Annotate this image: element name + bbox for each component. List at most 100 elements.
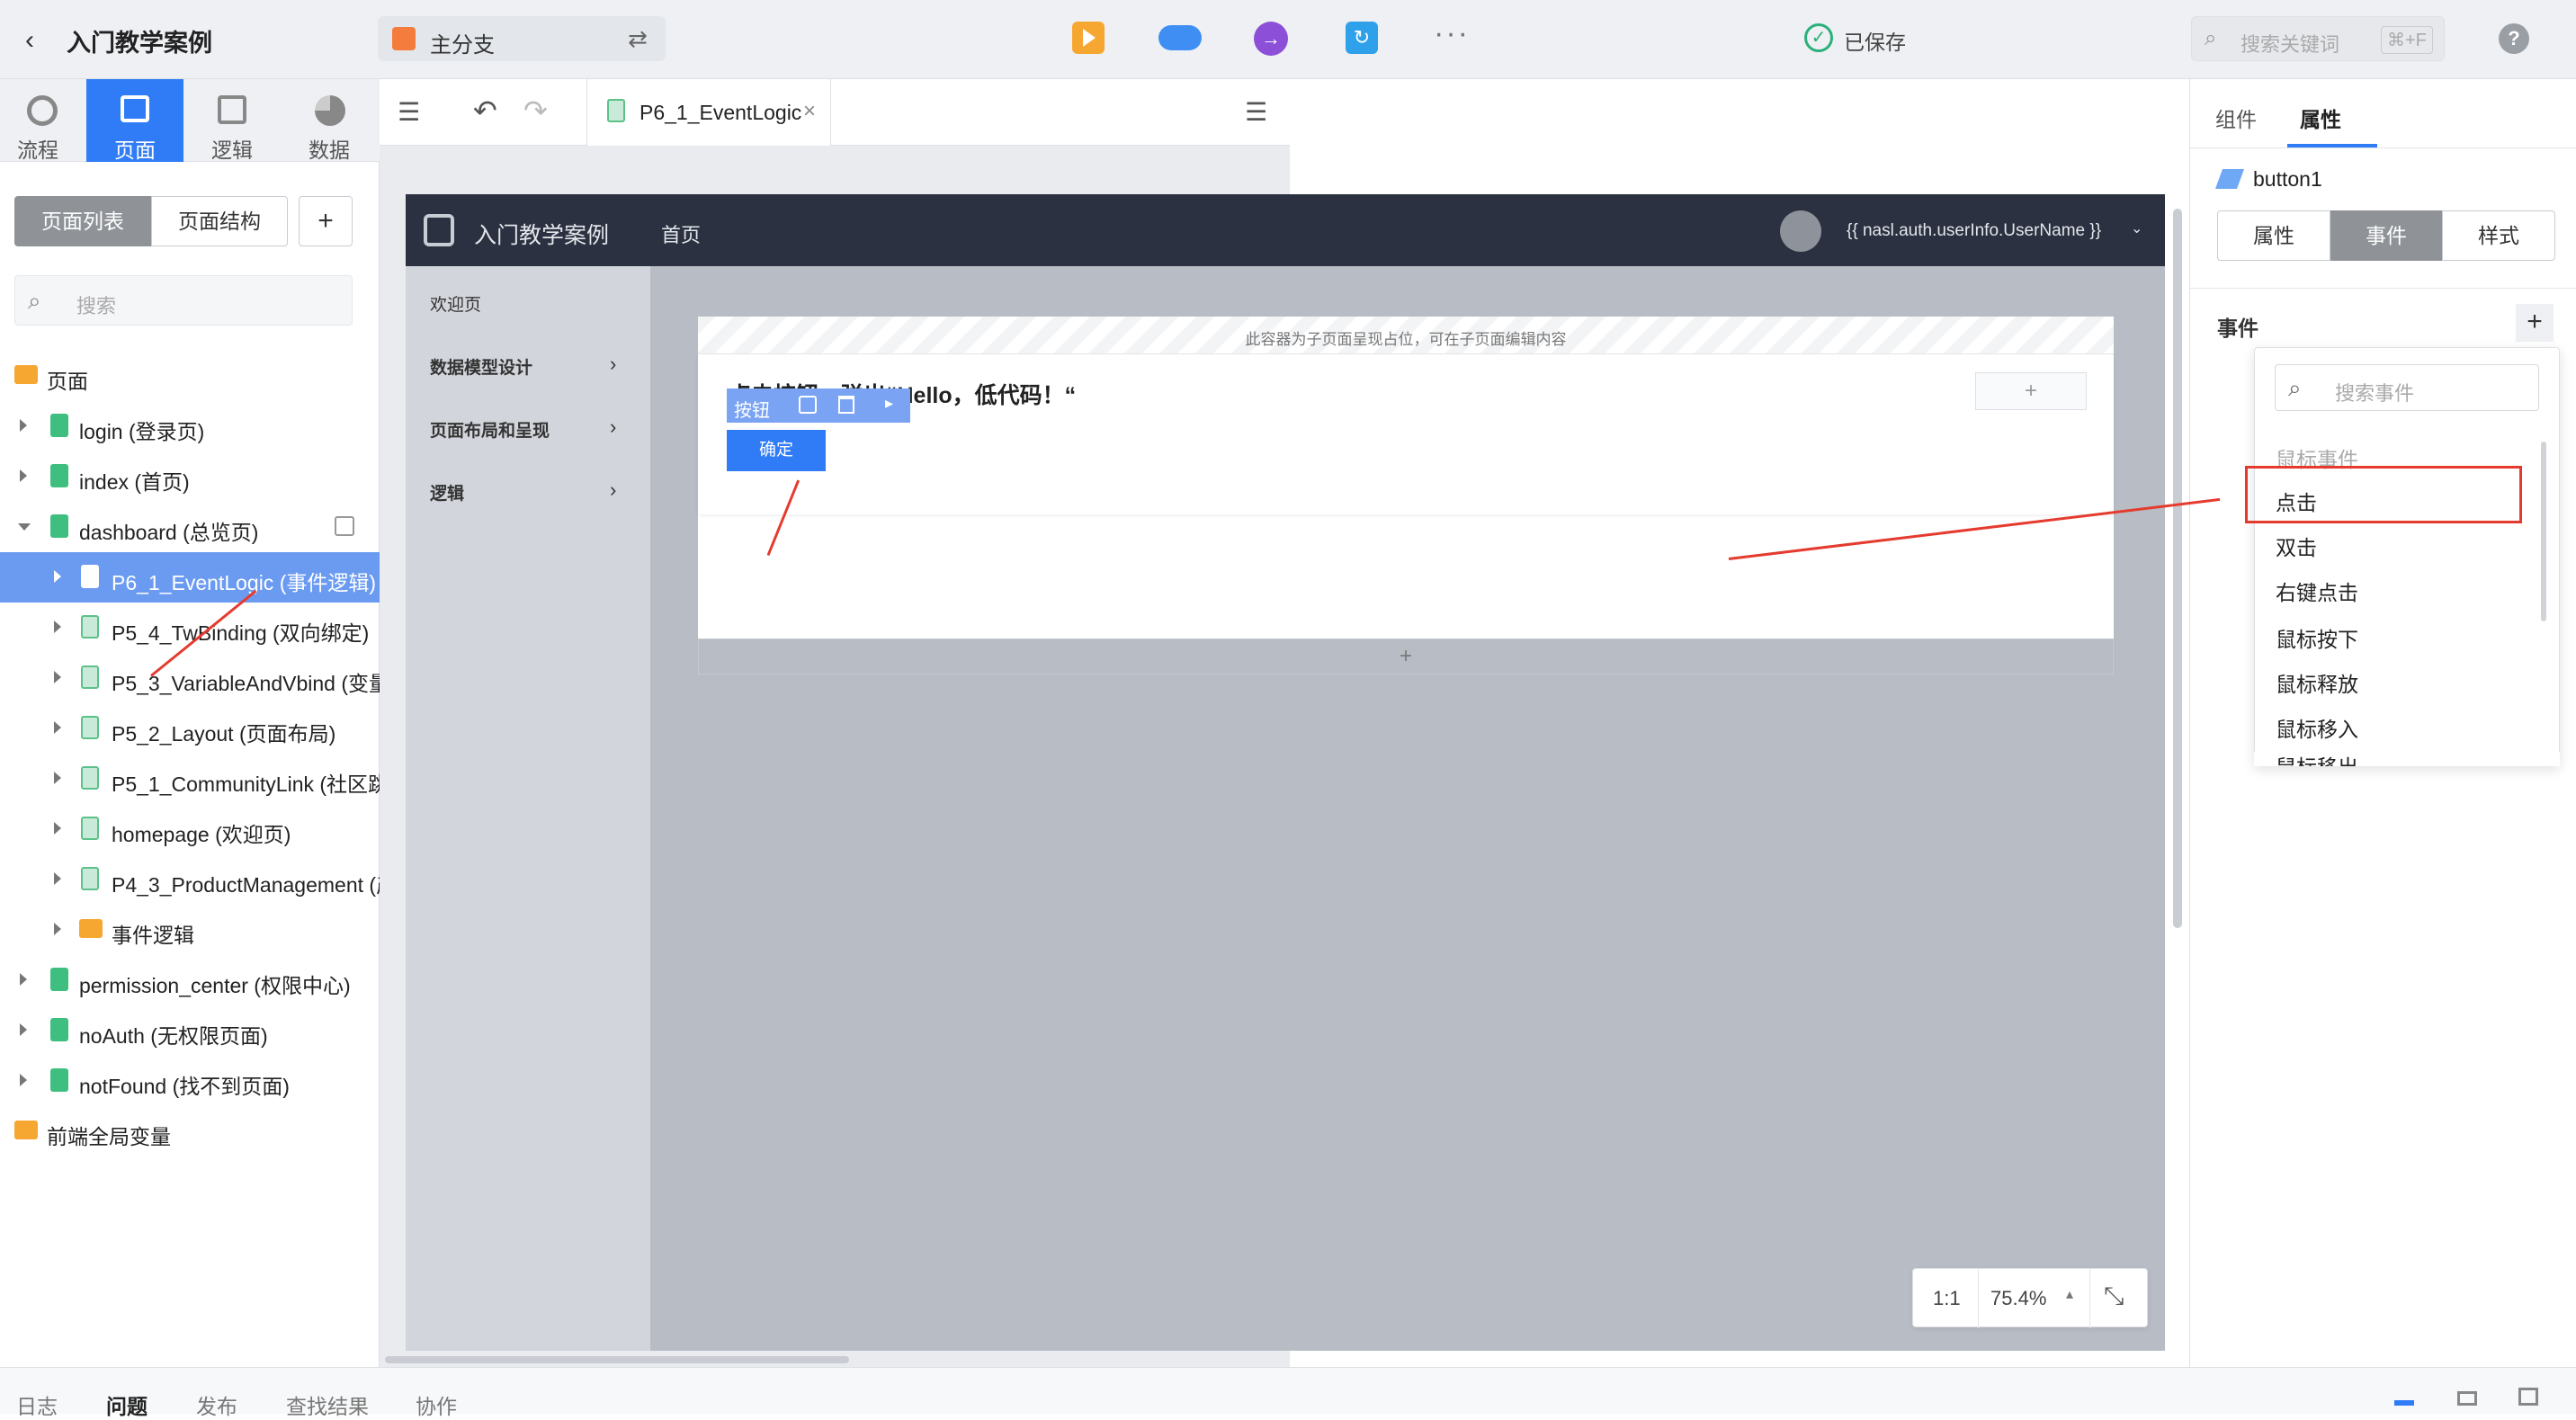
tab-issues[interactable]: 问题 — [106, 1389, 148, 1420]
tab-data[interactable]: 数据 — [281, 79, 378, 162]
tree-item-p4-3[interactable]: P4_3_ProductManagement (产 — [0, 854, 397, 905]
expand-icon[interactable] — [54, 721, 61, 734]
tab-properties[interactable]: 属性 — [2300, 103, 2341, 133]
avatar[interactable] — [1780, 210, 1821, 252]
delete-icon[interactable] — [838, 396, 854, 414]
add-content-button[interactable]: + — [1975, 372, 2087, 410]
branch-selector[interactable]: 主分支 ⇄ — [378, 16, 666, 61]
nav-home[interactable]: 首页 — [661, 219, 701, 248]
tree-label: notFound (找不到页面) — [79, 1075, 290, 1098]
expand-icon[interactable] — [54, 872, 61, 885]
tab-flow[interactable]: 流程 — [0, 79, 97, 162]
tree-item-homepage[interactable]: homepage (欢迎页) — [0, 804, 380, 854]
tree-item-permission-center[interactable]: permission_center (权限中心) — [0, 955, 380, 1005]
page-file-icon — [50, 514, 68, 538]
event-contextmenu[interactable]: 右键点击 — [2276, 576, 2358, 606]
side-nav-logic[interactable]: 逻辑 — [430, 480, 464, 505]
zoom-ratio-button[interactable]: 1:1 — [1933, 1287, 1961, 1310]
expand-icon[interactable] — [54, 923, 61, 935]
panel-min-icon[interactable] — [2394, 1400, 2414, 1406]
subtab-style[interactable]: 样式 — [2442, 210, 2555, 261]
more-icon[interactable]: ··· — [1434, 16, 1470, 51]
zoom-control: 1:1 75.4% ▴ ⤡ — [1912, 1268, 2148, 1328]
event-search-input[interactable]: ⌕ 搜索事件 — [2275, 364, 2539, 411]
tree-item-pages[interactable]: 页面 — [0, 351, 380, 401]
tab-log[interactable]: 日志 — [16, 1389, 58, 1420]
seg-page-structure[interactable]: 页面结构 — [151, 196, 288, 246]
undo-icon[interactable]: ↶ — [473, 94, 497, 128]
chevron-down-icon[interactable]: ⌄ — [2131, 219, 2142, 237]
confirm-button[interactable]: 确定 — [727, 430, 826, 471]
panel-half-icon[interactable] — [2457, 1391, 2477, 1406]
tree-item-dashboard[interactable]: dashboard (总览页) — [0, 502, 380, 552]
event-mouseleave[interactable]: 鼠标移出 — [2276, 752, 2358, 766]
event-mouseup[interactable]: 鼠标释放 — [2276, 667, 2358, 698]
file-tab[interactable]: P6_1_EventLogic × — [586, 79, 831, 146]
tab-components[interactable]: 组件 — [2215, 103, 2257, 133]
caret-up-icon[interactable]: ▴ — [2066, 1285, 2073, 1303]
publish-icon[interactable]: → — [1254, 22, 1288, 56]
event-dblclick[interactable]: 双击 — [2276, 531, 2317, 561]
tree-item-noauth[interactable]: noAuth (无权限页面) — [0, 1005, 380, 1056]
expand-icon[interactable] — [20, 1023, 27, 1036]
run-icon[interactable] — [1072, 22, 1105, 54]
expand-icon[interactable] — [20, 1074, 27, 1086]
tab-collaboration[interactable]: 协作 — [416, 1389, 457, 1420]
add-page-button[interactable]: + — [299, 196, 353, 246]
expand-icon[interactable] — [54, 822, 61, 835]
event-mousedown[interactable]: 鼠标按下 — [2276, 622, 2358, 653]
sync-icon[interactable]: ↻ — [1346, 22, 1378, 54]
zoom-level[interactable]: 75.4% — [1990, 1287, 2046, 1310]
side-nav-welcome[interactable]: 欢迎页 — [430, 291, 481, 316]
side-nav-layout[interactable]: 页面布局和呈现 — [430, 417, 550, 442]
dropdown-scrollbar[interactable] — [2541, 442, 2546, 621]
panel-max-icon[interactable] — [2518, 1388, 2538, 1406]
tree-item-login[interactable]: login (登录页) — [0, 401, 380, 451]
tree-item-p5-2[interactable]: P5_2_Layout (页面布局) — [0, 703, 380, 754]
tree-label: 事件逻辑 — [112, 924, 194, 947]
add-block-button[interactable]: + — [698, 639, 2114, 674]
tab-publish[interactable]: 发布 — [196, 1389, 237, 1420]
fit-screen-icon[interactable]: ⤡ — [2104, 1282, 2124, 1311]
expand-icon[interactable] — [54, 621, 61, 633]
tab-logic[interactable]: 逻辑 — [183, 79, 281, 162]
tree-item-event-logic-folder[interactable]: 事件逻辑 — [0, 905, 380, 955]
cloud-icon[interactable] — [1158, 25, 1202, 50]
switch-icon[interactable]: ⇄ — [628, 25, 648, 53]
tab-pages[interactable]: 页面 — [86, 79, 183, 162]
tab-search-results[interactable]: 查找结果 — [286, 1389, 369, 1420]
tree-item-index[interactable]: index (首页) — [0, 451, 380, 502]
app-title: 入门教学案例 — [474, 223, 610, 248]
add-event-button[interactable]: + — [2516, 304, 2554, 342]
expand-icon[interactable] — [54, 772, 61, 784]
close-icon[interactable]: × — [803, 99, 816, 124]
tree-item-p6-1-eventlogic[interactable]: P6_1_EventLogic (事件逻辑) — [0, 552, 380, 603]
global-search[interactable]: ⌕ 搜索关键词 ⌘+F — [2191, 16, 2445, 61]
expand-icon[interactable] — [20, 973, 27, 986]
copy-icon[interactable] — [799, 396, 817, 414]
tree-item-p5-1[interactable]: P5_1_CommunityLink (社区跳转 — [0, 754, 409, 804]
vertical-scrollbar[interactable] — [2173, 209, 2182, 928]
help-icon[interactable]: ? — [2499, 23, 2529, 54]
tree-item-notfound[interactable]: notFound (找不到页面) — [0, 1056, 380, 1106]
subtab-events[interactable]: 事件 — [2330, 210, 2442, 261]
collapse-left-icon[interactable]: ☰ — [398, 97, 420, 127]
page-search-input[interactable]: ⌕ 搜索 — [14, 275, 353, 326]
event-mouseenter[interactable]: 鼠标移入 — [2276, 712, 2358, 743]
subtab-properties[interactable]: 属性 — [2217, 210, 2330, 261]
redo-icon[interactable]: ↷ — [523, 94, 548, 128]
tree-item-global-vars[interactable]: 前端全局变量 — [0, 1106, 380, 1157]
collapse-right-icon[interactable]: ☰ — [1245, 97, 1267, 127]
back-icon[interactable]: ‹ — [25, 25, 34, 56]
expand-icon[interactable] — [20, 419, 27, 432]
expand-icon[interactable] — [54, 671, 61, 683]
seg-page-list[interactable]: 页面列表 — [14, 196, 151, 246]
expand-icon[interactable] — [20, 469, 27, 482]
tree-label: index (首页) — [79, 470, 190, 494]
tree-item-p5-3[interactable]: P5_3_VariableAndVbind (变量 — [0, 653, 389, 703]
collapse-icon[interactable] — [18, 523, 31, 531]
side-nav-data-model[interactable]: 数据模型设计 — [430, 354, 532, 379]
horizontal-scrollbar[interactable] — [385, 1356, 849, 1363]
expand-icon[interactable] — [54, 570, 61, 583]
more-icon[interactable]: ▸ — [885, 394, 893, 413]
